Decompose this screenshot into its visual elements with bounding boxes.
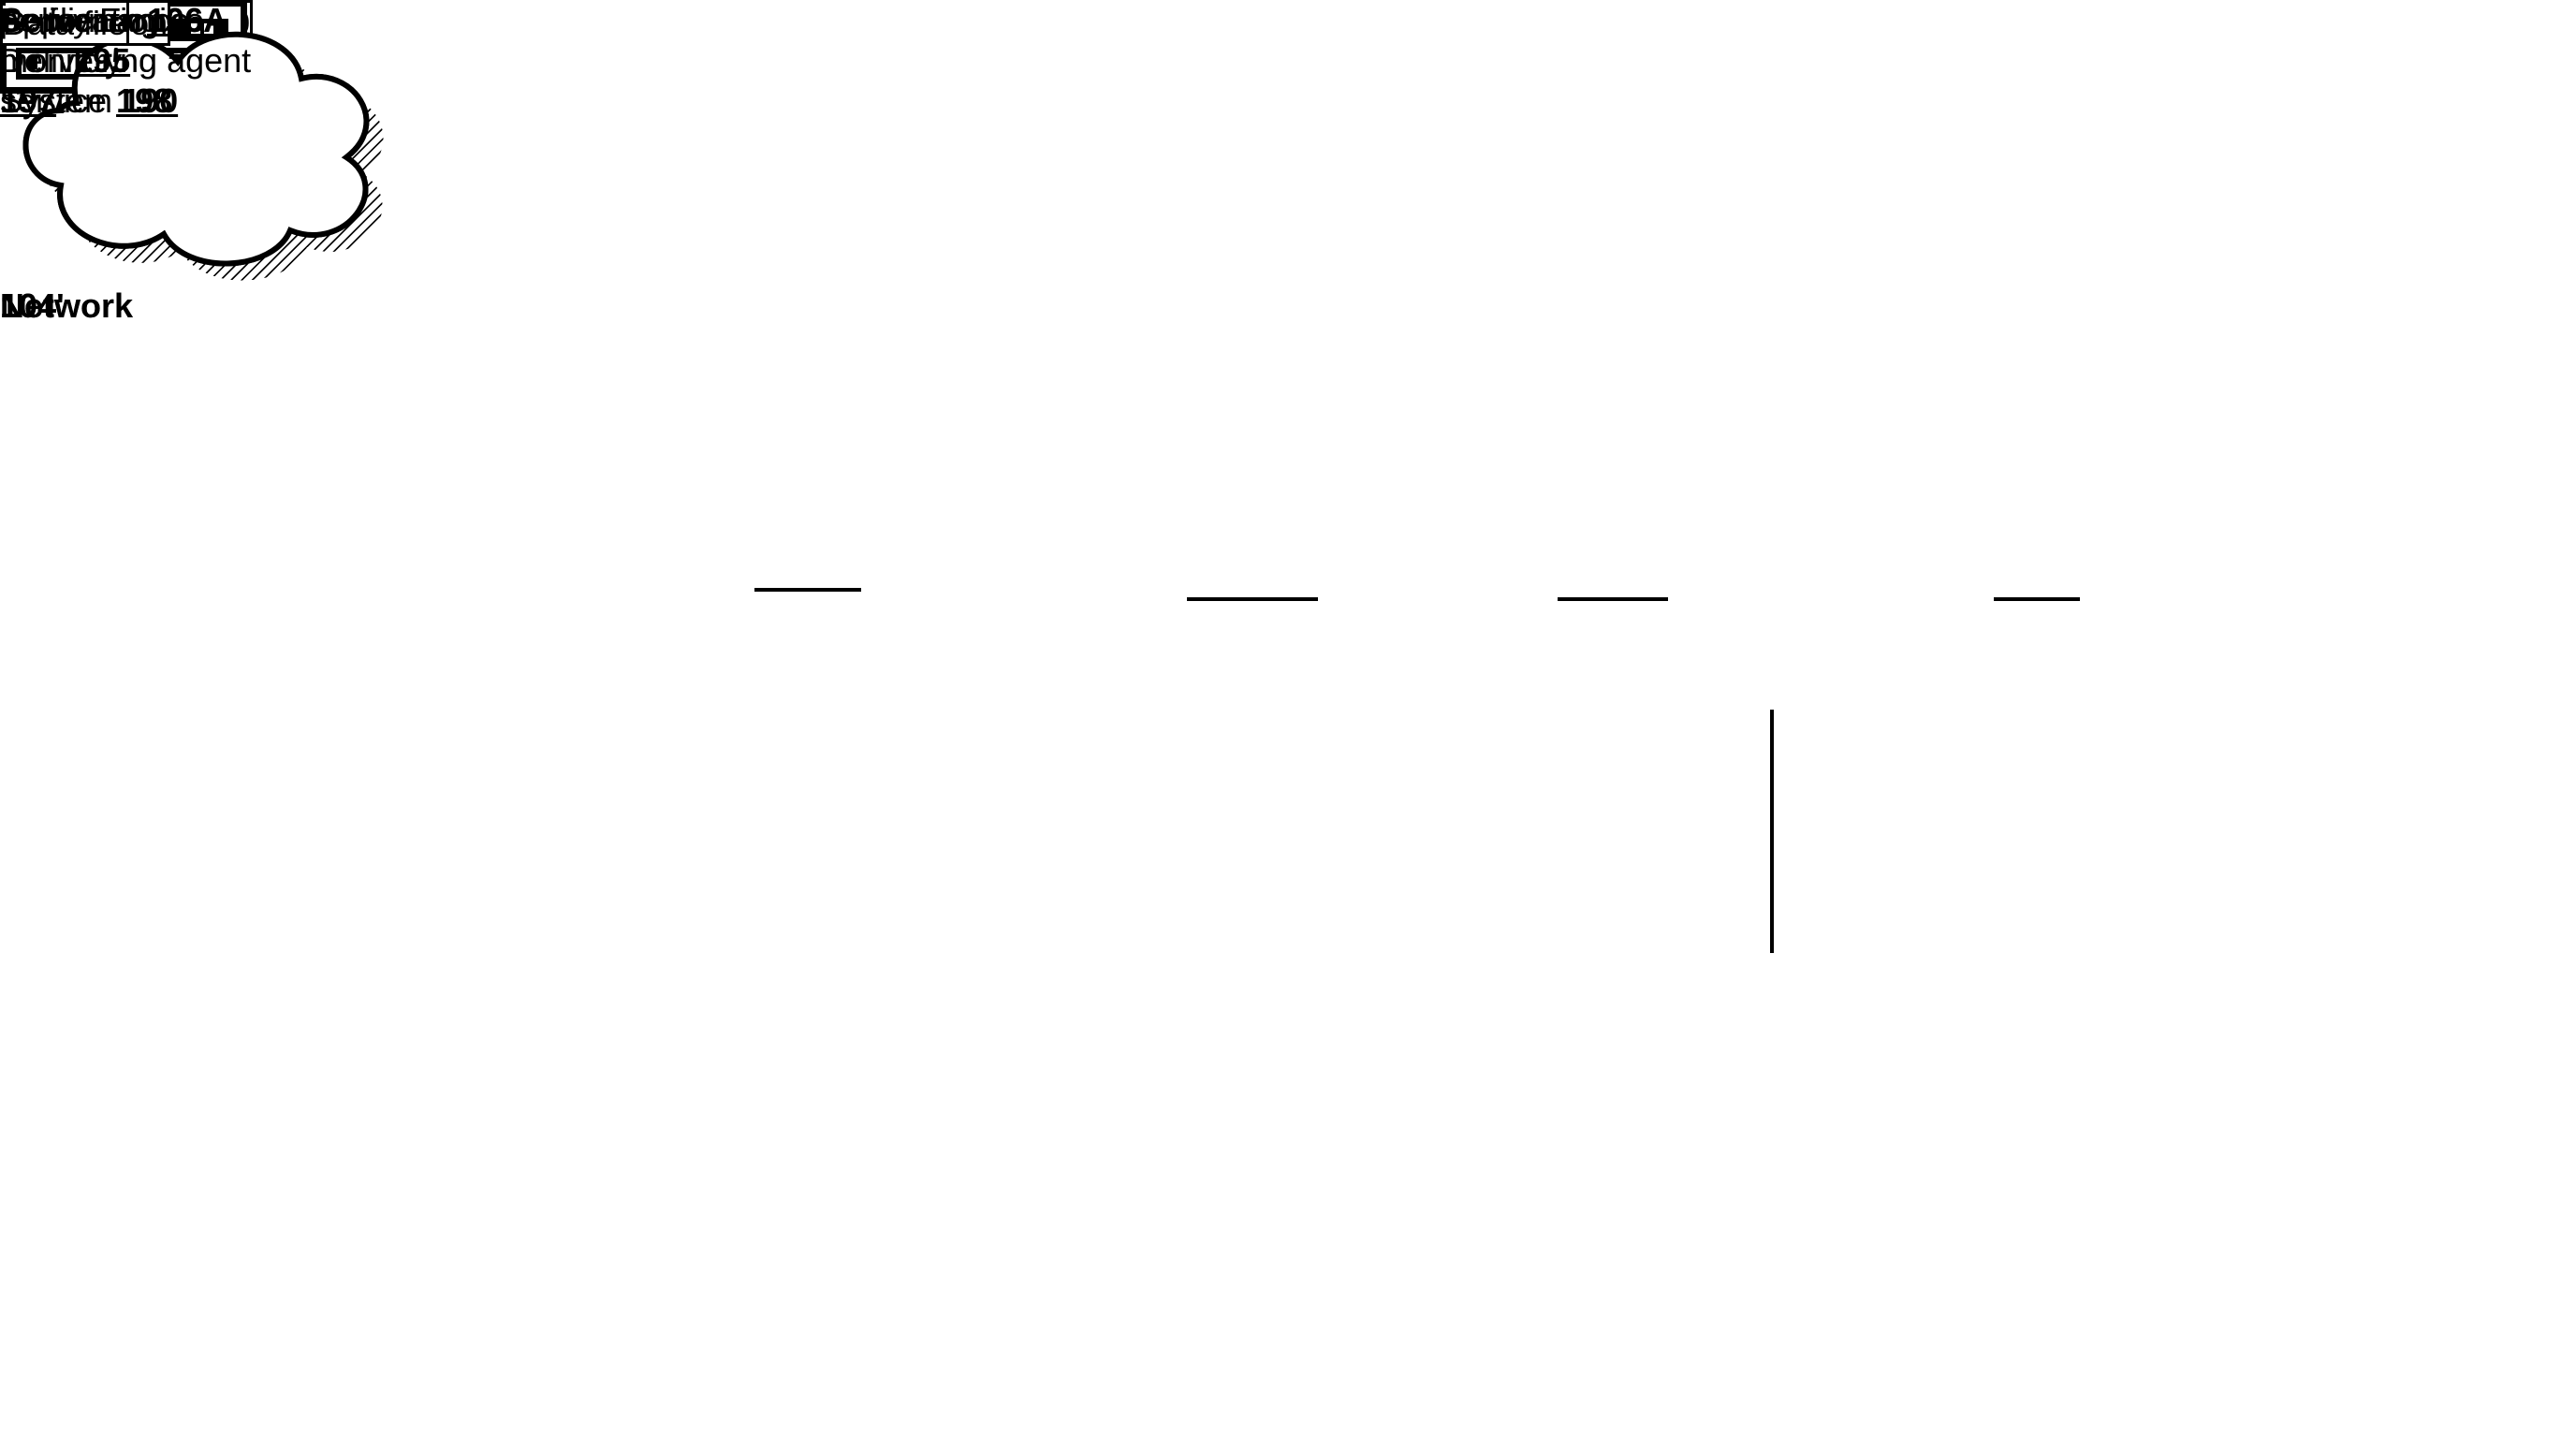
server-106-footer-ref: 106 [147, 1, 203, 39]
server-106-footer: Server 106 [0, 0, 203, 40]
diagram-canvas: Computing Environment 15 Application Dat… [0, 0, 2576, 1452]
server-106-footer-name: Server [0, 1, 105, 39]
network2-ref: 104' [0, 286, 65, 326]
